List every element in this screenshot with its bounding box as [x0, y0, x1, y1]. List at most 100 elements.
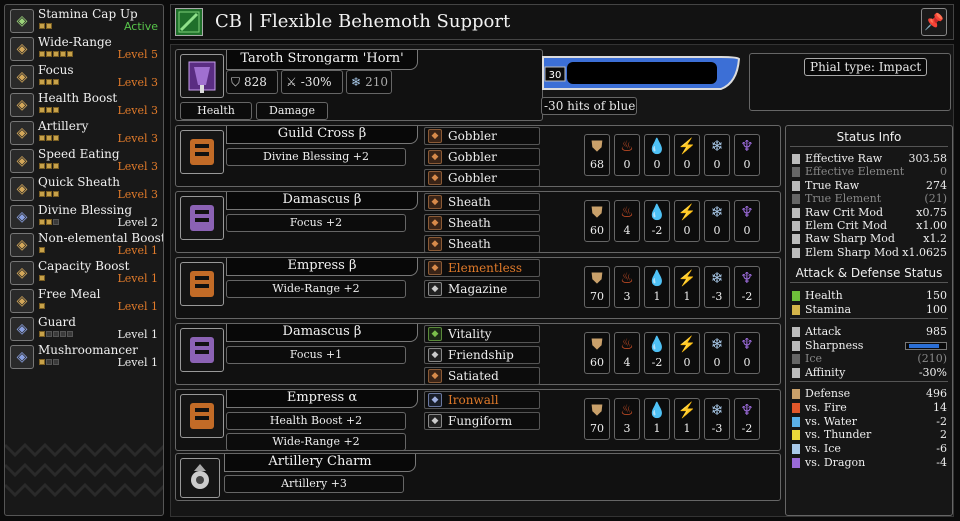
resistance-value: 0 [683, 224, 691, 237]
status-row: True Element (21) [792, 192, 947, 206]
decoration-slot[interactable]: ◆ Sheath [424, 235, 540, 253]
status-label: Defense [805, 387, 851, 400]
decoration-slot[interactable]: ◆ Friendship [424, 346, 540, 364]
decoration-slot[interactable]: ◆ Gobbler [424, 127, 540, 145]
pin-button[interactable]: 📌 [921, 8, 947, 36]
skill-level-pips [39, 331, 74, 338]
level-pip [39, 359, 45, 365]
status-row: Effective Raw 303.58 [792, 152, 947, 166]
resistance-box: ⛊ 60 [584, 200, 610, 242]
decoration-name: Friendship [448, 348, 514, 362]
skill-row[interactable]: ◈ Health Boost Level 3 [8, 91, 162, 118]
decoration-icon: ◆ [428, 282, 442, 296]
mushroomancer-icon: ◈ [10, 345, 34, 369]
skill-row[interactable]: ◈ Divine Blessing Level 2 [8, 203, 162, 230]
skill-name: Quick Sheath [38, 175, 120, 189]
defense-icon: ⛊ [591, 401, 603, 419]
status-value: -4 [936, 456, 947, 469]
status-row: Attack 985 [792, 325, 947, 339]
status-row: Ice (210) [792, 352, 947, 366]
decoration-slot[interactable]: ◆ Satiated [424, 367, 540, 385]
resistance-box: ⚡ 0 [674, 134, 700, 176]
decoration-icon: ◆ [428, 393, 442, 407]
status-label: Effective Raw [805, 152, 883, 165]
status-value: 303.58 [908, 152, 948, 165]
health-boost-icon: ◈ [10, 93, 34, 117]
status-section-header: Attack & Defense Status [795, 266, 943, 280]
decoration-slot[interactable]: ◆ Gobbler [424, 148, 540, 166]
status-row: Sharpness [792, 339, 947, 353]
skill-name: Capacity Boost [38, 259, 130, 273]
stat-icon [792, 180, 800, 191]
status-row: Effective Element 0 [792, 165, 947, 179]
status-row: vs. Thunder 2 [792, 428, 947, 442]
skill-row[interactable]: ◈ Quick Sheath Level 3 [8, 175, 162, 202]
stamina-icon: ◈ [10, 9, 34, 33]
status-label: Health [805, 289, 843, 302]
decoration-slot[interactable]: ◆ Gobbler [424, 169, 540, 187]
resistance-value: 1 [653, 290, 661, 303]
status-panel: Status Info Effective Raw 303.58 Effective … [785, 125, 953, 516]
health-button[interactable]: Health [180, 102, 252, 120]
decoration-icon: ◆ [428, 369, 442, 383]
resistance-box: ⚡ 0 [674, 200, 700, 242]
level-pip [53, 163, 59, 169]
status-value: x1.0625 [902, 245, 947, 259]
skill-row[interactable]: ◈ Wide-Range Level 5 [8, 35, 162, 62]
armor-card[interactable]: Empress β Wide-Range +2 ◆ Elementless ◆ Magaz… [175, 257, 781, 319]
skill-row[interactable]: ◈ Non-elemental Boost Level 1 [8, 231, 163, 258]
ice-icon: ❄ [710, 203, 724, 221]
decoration-slot[interactable]: ◆ Vitality [424, 325, 540, 343]
skill-name: Guard [38, 315, 76, 329]
armor-card[interactable]: Damascus β Focus +2 ◆ Sheath ◆ Sheath ◆ Sheath ⛊… [175, 191, 781, 253]
stat-icon [792, 167, 800, 178]
ice-icon: ❄ [351, 75, 362, 89]
skill-level-pips [39, 79, 60, 86]
decoration-slot[interactable]: ◆ Fungiform [424, 412, 540, 430]
skill-level: Level 3 [117, 76, 158, 89]
skill-row[interactable]: ◈ Speed Eating Level 3 [8, 147, 162, 174]
status-label: Elem Crit Mod [805, 219, 888, 232]
decoration-icon: ◆ [428, 129, 442, 143]
armor-card[interactable]: Guild Cross β Divine Blessing +2 ◆ Gobbler ◆… [175, 125, 781, 187]
resistance-box: ♆ -2 [734, 266, 760, 308]
skill-row[interactable]: ◈ Focus Level 3 [8, 63, 162, 90]
decoration-slot[interactable]: ◆ Elementless [424, 259, 540, 277]
level-pip [46, 191, 52, 197]
resistance-value: 0 [743, 158, 751, 171]
skill-row[interactable]: ◈ Stamina Cap Up Active [8, 7, 162, 34]
level-pip [53, 331, 59, 337]
decoration-slot[interactable]: ◆ Magazine [424, 280, 540, 298]
armor-card[interactable]: Damascus β Focus +1 ◆ Vitality ◆ Friendship ◆ S… [175, 323, 781, 385]
level-pip [46, 79, 52, 85]
thunder-icon: ⚡ [677, 269, 697, 287]
sharpness-hits-label: -30 hits of blue [541, 97, 637, 115]
fire-icon: ♨ [620, 137, 634, 155]
skill-row[interactable]: ◈ Mushroomancer Level 1 [8, 343, 162, 370]
skill-level: Level 1 [117, 328, 158, 341]
skill-level-pips [39, 219, 60, 226]
decoration-slot[interactable]: ◆ Ironwall [424, 391, 540, 409]
skill-row[interactable]: ◈ Artillery Level 3 [8, 119, 162, 146]
armor-card[interactable]: Empress α Health Boost +2 Wide-Range +2 ◆ Ir… [175, 389, 781, 451]
divider [790, 381, 948, 382]
decoration-slot[interactable]: ◆ Sheath [424, 193, 540, 211]
decoration-name: Sheath [448, 216, 491, 230]
non-elemental-boost-icon: ◈ [10, 233, 34, 257]
armor-name: Guild Cross β [226, 126, 418, 144]
weapon-card[interactable]: Taroth Strongarm 'Horn' ⛉ 828 ⚔ -30% ❄ 210 … [175, 49, 543, 121]
resistance-value: 60 [590, 224, 604, 237]
skill-row[interactable]: ◈ Guard Level 1 [8, 315, 162, 342]
skill-row[interactable]: ◈ Capacity Boost Level 1 [8, 259, 162, 286]
damage-button[interactable]: Damage [256, 102, 328, 120]
armor-skill: Divine Blessing +2 [226, 148, 406, 166]
status-label: vs. Dragon [805, 456, 866, 469]
skill-row[interactable]: ◈ Free Meal Level 1 [8, 287, 162, 314]
charm-card[interactable]: Artillery Charm Artillery +3 [175, 453, 781, 501]
decoration-slot[interactable]: ◆ Sheath [424, 214, 540, 232]
level-pip [67, 51, 73, 57]
status-value: 100 [926, 303, 947, 316]
artillery-icon: ◈ [10, 121, 34, 145]
skill-level-pips [39, 135, 60, 142]
armor-skill: Health Boost +2 [226, 412, 406, 430]
